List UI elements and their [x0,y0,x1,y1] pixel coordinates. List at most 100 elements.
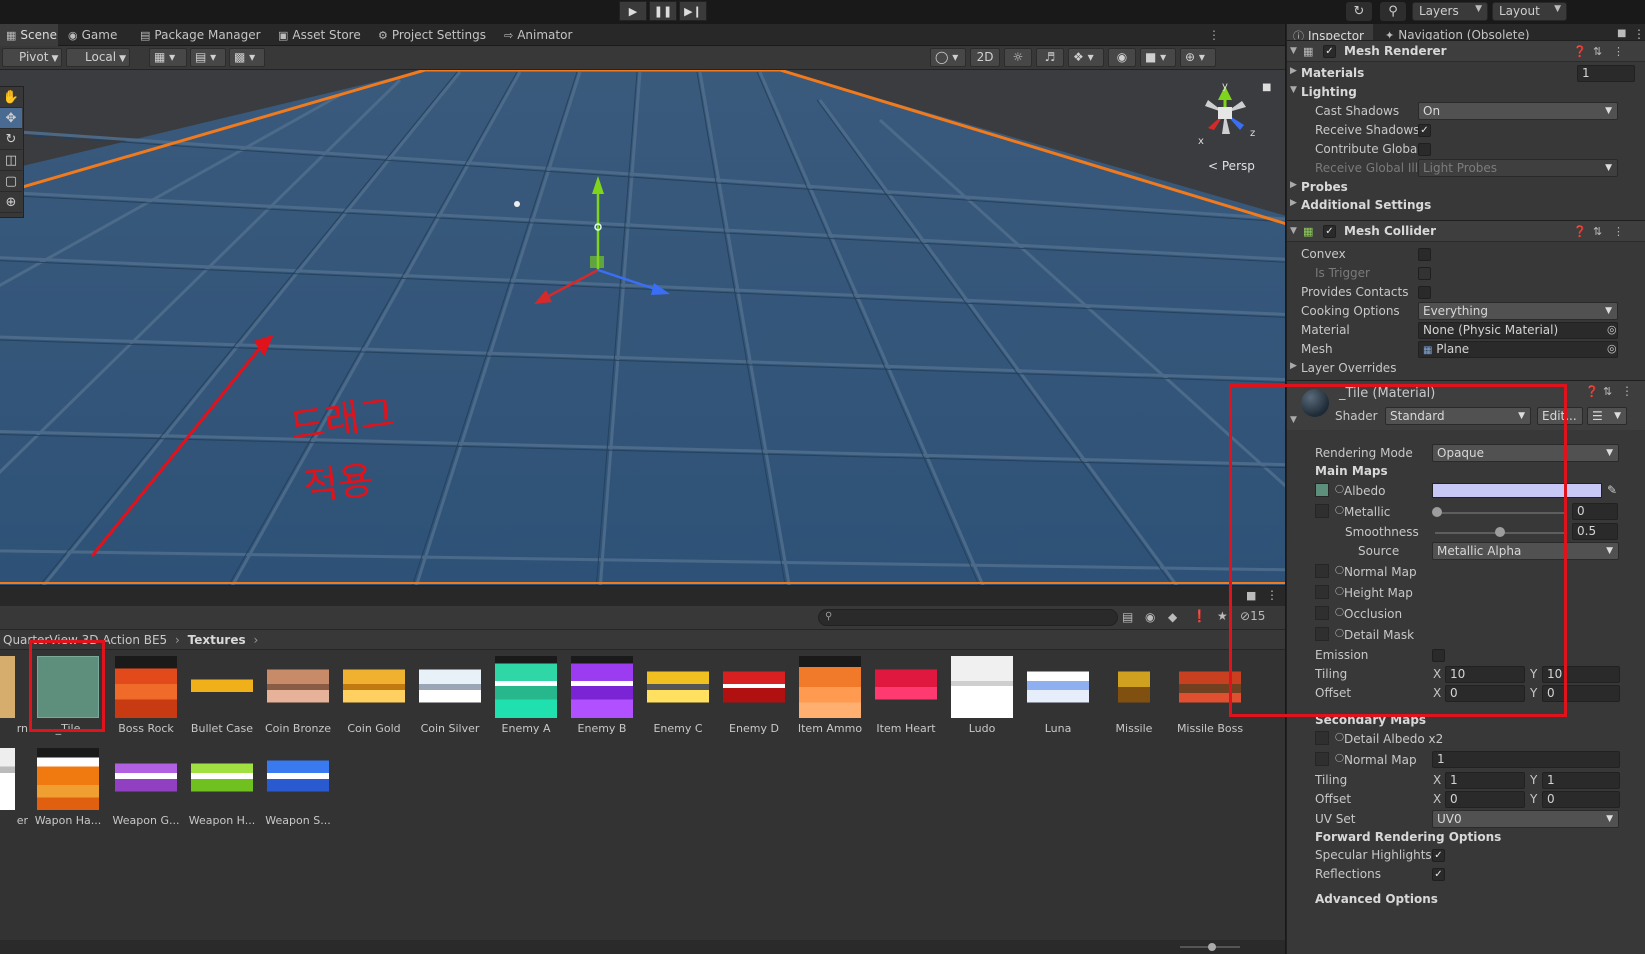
info-icon[interactable]: ❗ [1192,609,1207,623]
preset-icon[interactable]: ⇅ [1603,385,1612,398]
secondary-offset-y-field[interactable]: 0 [1542,791,1620,808]
rect-tool-icon[interactable]: ▢ [0,171,22,192]
pause-button[interactable]: ❚❚ [649,1,677,21]
detail-albedo-slot[interactable] [1315,731,1329,745]
mesh-renderer-header[interactable]: ▼ ▦ ✓ Mesh Renderer ❓ ⇅ ⋮ [1287,40,1645,62]
step-button[interactable]: ▶❙ [679,1,707,21]
contribute-gi-checkbox[interactable] [1418,143,1431,156]
convex-checkbox[interactable] [1418,248,1431,261]
transform-tool-icon[interactable]: ⊕ [0,192,22,213]
tab-game[interactable]: ◉ Game [62,24,123,46]
rotate-tool-icon[interactable]: ↻ [0,129,22,150]
enabled-checkbox[interactable]: ✓ [1323,225,1336,238]
reflections-checkbox[interactable]: ✓ [1432,868,1445,881]
asset-item[interactable]: Enemy B [564,650,640,740]
filter-label-icon[interactable]: ◉ [1145,610,1155,624]
search-input[interactable]: ⚲ [818,609,1118,626]
mesh-collider-header[interactable]: ▼ ▦ ✓ Mesh Collider ❓ ⇅ ⋮ [1287,220,1645,242]
layout-dropdown[interactable]: Layout ▼ [1492,2,1567,21]
scale-tool-icon[interactable]: ◫ [0,150,22,171]
cooking-options-dropdown[interactable]: Everything ▼ [1418,302,1618,320]
foldout-icon[interactable]: ▶ [1290,361,1297,371]
layer-overrides-row[interactable]: ▶ Layer Overrides [1287,359,1645,378]
menu-icon[interactable]: ⋮ [1621,384,1633,398]
menu-icon[interactable]: ⋮ [1613,45,1624,58]
play-button[interactable]: ▶ [619,1,647,21]
asset-item[interactable]: Boss Rock [108,650,184,740]
asset-item[interactable]: Item Heart [868,650,944,740]
asset-item[interactable]: Coin Gold [336,650,412,740]
provides-contacts-checkbox[interactable] [1418,286,1431,299]
draw-mode-button[interactable]: ◯ ▾ [930,48,966,67]
tag-icon[interactable]: ◆ [1168,610,1177,624]
mode-2d-button[interactable]: 2D [970,48,1000,67]
layers-dropdown[interactable]: Layers ▼ [1412,2,1488,21]
grid-snap-button[interactable]: ▦ ▾ [149,48,187,67]
materials-count-field[interactable]: 1 [1577,65,1635,82]
physic-material-field[interactable]: None (Physic Material) [1418,322,1618,339]
asset-item[interactable]: Missile [1096,650,1172,740]
scene-viewport[interactable]: y x z < Persp ■ 드래그 적용 [0,70,1285,586]
preset-icon[interactable]: ⇅ [1593,45,1602,58]
picker-dot-icon[interactable]: ◯ [1335,753,1344,762]
asset-item[interactable]: Bullet Case [184,650,260,740]
tab-package-manager[interactable]: ▤ Package Manager [134,24,267,46]
asset-item[interactable]: Wapon Ha... [30,742,106,832]
additional-settings-row[interactable]: ▶ Additional Settings [1287,196,1645,215]
asset-item[interactable]: Weapon S... [260,742,336,832]
picker-dot-icon[interactable]: ◯ [1335,732,1344,741]
favorite-star-icon[interactable]: ★ [1217,609,1228,623]
snap-increment-button[interactable]: ▤ ▾ [190,48,226,67]
secondary-tiling-x-field[interactable]: 1 [1445,772,1525,789]
history-icon[interactable]: ↻ [1346,2,1372,21]
menu-icon[interactable]: ⋮ [1633,27,1645,41]
tab-asset-store[interactable]: ▣ Asset Store [272,24,367,46]
foldout-icon[interactable]: ▼ [1290,46,1297,56]
help-icon[interactable]: ❓ [1573,45,1587,58]
eyedropper-icon[interactable]: ✎ [1607,483,1617,497]
specular-highlights-checkbox[interactable]: ✓ [1432,849,1445,862]
asset-item[interactable]: Enemy D [716,650,792,740]
uv-set-dropdown[interactable]: UV0 ▼ [1432,810,1619,828]
asset-item[interactable]: Coin Bronze [260,650,336,740]
mesh-field[interactable]: ▦ Plane [1418,341,1618,358]
hidden-objects-icon[interactable]: ◉ [1108,48,1136,67]
menu-icon[interactable]: ⋮ [1613,225,1624,238]
search-icon[interactable]: ⚲ [1380,2,1406,21]
enabled-checkbox[interactable]: ✓ [1323,45,1336,58]
breadcrumb-item[interactable]: Textures [188,633,246,647]
local-dropdown[interactable]: Local ▼ [66,48,130,67]
metallic-value-field[interactable]: 0 [1572,503,1618,520]
lighting-toggle-icon[interactable]: ☼ [1004,48,1032,67]
preset-icon[interactable]: ⇅ [1593,225,1602,238]
secondary-normal-slot[interactable] [1315,752,1329,766]
asset-item[interactable]: Weapon H... [184,742,260,832]
tab-scene[interactable]: ▦ Scene [0,24,58,46]
hand-tool-icon[interactable]: ✋ [0,87,22,108]
audio-toggle-icon[interactable]: ♬ [1036,48,1064,67]
smoothness-value-field[interactable]: 0.5 [1572,523,1618,540]
camera-settings-icon[interactable]: ■ ▾ [1140,48,1176,67]
cast-shadows-dropdown[interactable]: On ▼ [1418,102,1618,120]
secondary-tiling-y-field[interactable]: 1 [1542,772,1620,789]
receive-shadows-checkbox[interactable]: ✓ [1418,124,1431,137]
object-picker-icon[interactable]: ◎ [1607,323,1617,336]
filter-type-icon[interactable]: ▤ [1122,610,1133,624]
gizmos-toggle-icon[interactable]: ⊕ ▾ [1180,48,1216,67]
zoom-slider-knob[interactable] [1208,943,1216,951]
lock-icon[interactable]: ■ [1617,28,1626,39]
lighting-row[interactable]: ▼ Lighting [1287,83,1645,102]
foldout-icon[interactable]: ▶ [1290,180,1297,190]
grid-visibility-button[interactable]: ▩ ▾ [229,48,265,67]
secondary-offset-x-field[interactable]: 0 [1445,791,1525,808]
foldout-icon[interactable]: ▼ [1290,226,1297,236]
move-tool-icon[interactable]: ✥ [0,108,22,129]
asset-item[interactable]: Enemy A [488,650,564,740]
help-icon[interactable]: ❓ [1585,385,1599,398]
asset-item[interactable]: Item Ammo [792,650,868,740]
asset-item[interactable]: Weapon G... [108,742,184,832]
asset-item[interactable]: Luna [1020,650,1096,740]
materials-row[interactable]: ▶ Materials 1 [1287,64,1645,83]
probes-row[interactable]: ▶ Probes [1287,178,1645,197]
tab-project-settings[interactable]: ⚙ Project Settings [372,24,492,46]
